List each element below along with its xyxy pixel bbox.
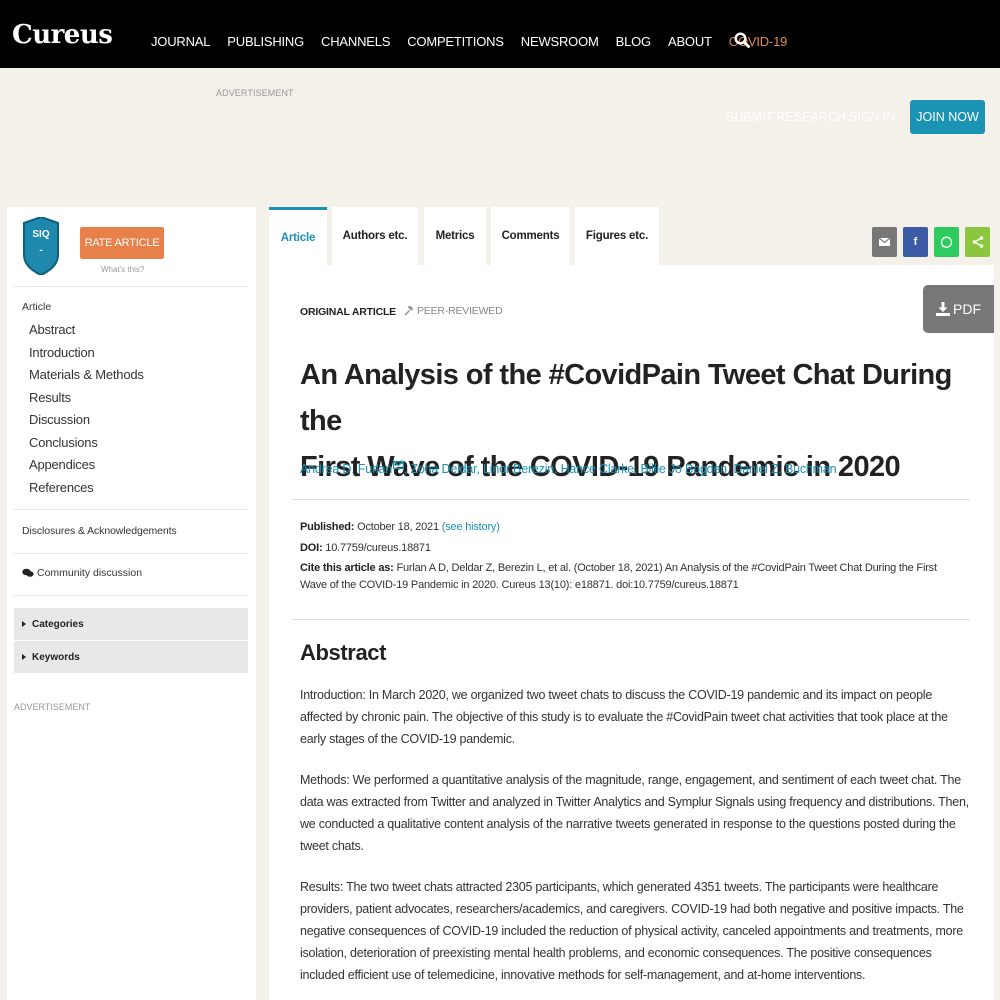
nav-item-channels[interactable]: CHANNELS: [321, 34, 390, 49]
nav-menu: JOURNAL PUBLISHING CHANNELS COMPETITIONS…: [151, 34, 804, 49]
author-link[interactable]: Billie Jo Bogden: [640, 462, 727, 476]
comments-icon: [22, 568, 34, 577]
author-link[interactable]: Hance Clarke: [561, 462, 635, 476]
citation-row: Cite this article as: Furlan A D, Deldar…: [300, 560, 970, 594]
email-author-icon[interactable]: [392, 461, 404, 470]
article-title-line1: An Analysis of the #CovidPain Tweet Chat…: [300, 359, 952, 437]
gavel-icon: [404, 306, 414, 316]
citation-line1: Furlan A D, Deldar Z, Berezin L, et al. …: [396, 562, 937, 574]
categories-accordion[interactable]: Categories: [14, 608, 248, 640]
divider: [14, 595, 248, 596]
whats-this-link[interactable]: What's this?: [101, 265, 144, 274]
author-link[interactable]: Zoha Deldar: [411, 462, 477, 476]
sidebar-item-introduction[interactable]: Introduction: [29, 343, 144, 366]
sidebar-item-disclosures[interactable]: Disclosures & Acknowledgements: [22, 525, 177, 537]
caret-right-icon: [22, 654, 26, 660]
sidebar-item-references[interactable]: References: [29, 478, 144, 501]
sidebar-item-conclusions[interactable]: Conclusions: [29, 433, 144, 456]
share-icon: [972, 236, 983, 248]
sidebar-advertisement-label: ADVERTISEMENT: [14, 702, 91, 712]
article-sections-list: Abstract Introduction Materials & Method…: [29, 320, 144, 500]
siq-label: SIQ: [32, 229, 50, 240]
peer-reviewed-label: PEER-REVIEWED: [417, 305, 503, 317]
nav-item-blog[interactable]: BLOG: [616, 34, 652, 49]
article-nav-heading[interactable]: Article: [22, 301, 51, 313]
community-discussion-label: Community discussion: [37, 567, 143, 579]
doi-label: DOI:: [300, 542, 323, 554]
divider: [14, 286, 248, 287]
top-navigation: Cureus JOURNAL PUBLISHING CHANNELS COMPE…: [0, 0, 1000, 68]
nav-item-newsroom[interactable]: NEWSROOM: [521, 34, 599, 49]
whatsapp-icon: [940, 236, 953, 248]
divider: [14, 553, 248, 554]
siq-score: -: [39, 245, 43, 256]
tab-article[interactable]: Article: [269, 207, 327, 265]
divider: [292, 619, 970, 620]
tab-authors[interactable]: Authors etc.: [332, 207, 418, 265]
share-facebook-button[interactable]: f: [903, 227, 928, 257]
share-whatsapp-button[interactable]: [934, 227, 959, 257]
abstract-heading: Abstract: [300, 640, 387, 665]
tab-comments[interactable]: Comments: [491, 207, 570, 265]
sidebar-item-appendices[interactable]: Appendices: [29, 455, 144, 478]
pdf-label: PDF: [953, 301, 981, 317]
categories-label: Categories: [32, 618, 84, 630]
advertisement-label: ADVERTISEMENT: [216, 88, 294, 98]
sign-in-link[interactable]: SIGN IN: [849, 110, 896, 124]
facebook-icon: f: [913, 236, 918, 248]
divider: [292, 499, 970, 500]
cite-label: Cite this article as:: [300, 562, 394, 574]
caret-right-icon: [22, 621, 26, 627]
see-history-link[interactable]: (see history): [442, 521, 500, 533]
nav-item-journal[interactable]: JOURNAL: [151, 34, 210, 49]
join-now-button[interactable]: JOIN NOW: [910, 100, 985, 134]
author-link[interactable]: Andrea D. Furlan: [300, 462, 392, 476]
sidebar-item-discussion[interactable]: Discussion: [29, 410, 144, 433]
keywords-accordion[interactable]: Keywords: [14, 641, 248, 673]
sidebar-item-results[interactable]: Results: [29, 388, 144, 411]
sidebar-item-materials-methods[interactable]: Materials & Methods: [29, 365, 144, 388]
download-icon: [936, 302, 950, 316]
author-list: Andrea D. Furlan, Zoha Deldar, Linor Ber…: [300, 461, 837, 476]
published-row: Published: October 18, 2021 (see history…: [300, 519, 500, 536]
cureus-logo[interactable]: Cureus: [12, 20, 113, 50]
abstract-introduction: Introduction: In March 2020, we organize…: [300, 688, 948, 746]
nav-item-competitions[interactable]: COMPETITIONS: [407, 34, 504, 49]
article-type: ORIGINAL ARTICLE: [300, 306, 396, 318]
email-icon: [879, 238, 890, 246]
sidebar: SIQ - RATE ARTICLE What's this? Article …: [7, 207, 256, 1000]
nav-item-about[interactable]: ABOUT: [668, 34, 712, 49]
nav-item-publishing[interactable]: PUBLISHING: [227, 34, 304, 49]
sidebar-item-community-discussion[interactable]: Community discussion: [22, 567, 142, 579]
published-date: October 18, 2021: [357, 521, 439, 533]
sidebar-item-abstract[interactable]: Abstract: [29, 320, 144, 343]
doi-row: DOI: 10.7759/cureus.18871: [300, 540, 431, 557]
author-link[interactable]: Linor Berezin: [483, 462, 554, 476]
peer-reviewed-badge: PEER-REVIEWED: [404, 305, 503, 317]
share-more-button[interactable]: [965, 227, 990, 257]
published-label: Published:: [300, 521, 355, 533]
tab-metrics[interactable]: Metrics: [424, 207, 486, 265]
abstract-results: Results: The two tweet chats attracted 2…: [300, 880, 964, 982]
abstract-methods: Methods: We performed a quantitative ana…: [300, 773, 969, 853]
tab-figures[interactable]: Figures etc.: [575, 207, 659, 265]
rate-article-button[interactable]: RATE ARTICLE: [80, 227, 164, 259]
citation-line2: Wave of the COVID-19 Pandemic in 2020. C…: [300, 579, 739, 591]
divider: [14, 509, 248, 510]
keywords-label: Keywords: [32, 651, 80, 663]
pdf-download-button[interactable]: PDF: [923, 285, 994, 333]
doi-value: 10.7759/cureus.18871: [325, 542, 431, 554]
submit-research-link[interactable]: SUBMIT RESEARCH: [726, 110, 846, 124]
search-icon[interactable]: [734, 32, 750, 48]
share-email-button[interactable]: [872, 227, 897, 257]
author-link[interactable]: Daniel Z. Buchman: [733, 462, 836, 476]
